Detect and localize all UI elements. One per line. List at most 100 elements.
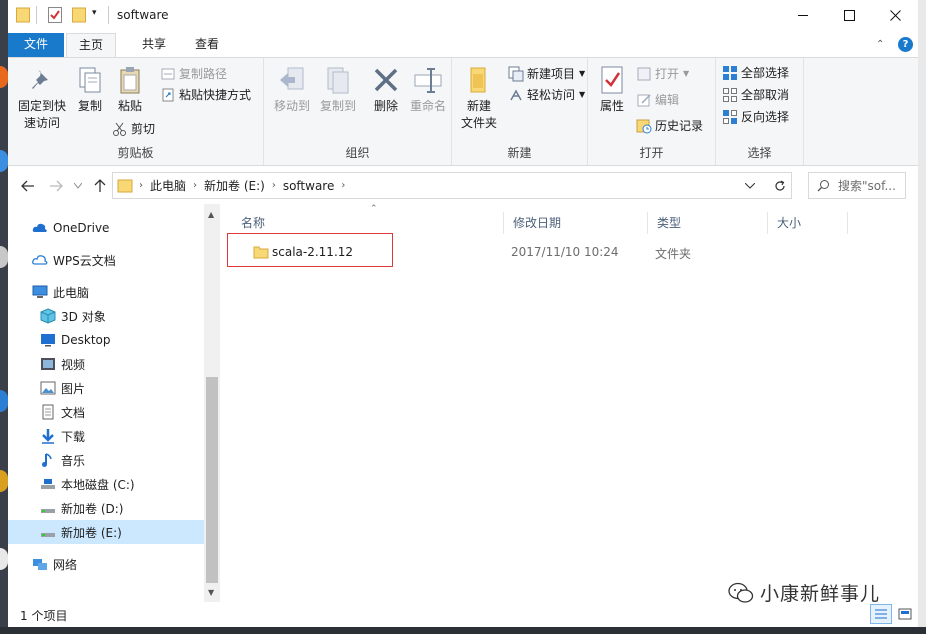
nav-item-desktop[interactable]: Desktop bbox=[8, 328, 204, 352]
breadcrumb-software[interactable]: software bbox=[283, 179, 335, 193]
nav-item-this-pc[interactable]: 此电脑 bbox=[8, 280, 204, 304]
download-icon bbox=[40, 428, 56, 444]
pin-quick-access-button[interactable]: 固定到快 速访问 bbox=[12, 64, 72, 132]
properties-checkmark-icon[interactable] bbox=[48, 7, 62, 26]
select-none-button[interactable]: 全部取消 bbox=[722, 85, 789, 105]
address-bar[interactable]: › 此电脑 › 新加卷 (E:) › software › bbox=[112, 172, 792, 199]
scroll-up-icon[interactable]: ▲ bbox=[208, 210, 214, 219]
column-header-modified[interactable]: 修改日期 bbox=[504, 212, 648, 234]
scroll-down-icon[interactable]: ▼ bbox=[208, 588, 214, 597]
copy-to-button[interactable]: 复制到 bbox=[316, 64, 360, 115]
breadcrumb-this-pc[interactable]: 此电脑 bbox=[150, 177, 186, 194]
chevron-right-icon[interactable]: › bbox=[272, 180, 276, 191]
edit-button[interactable]: 编辑 bbox=[636, 90, 679, 110]
nav-item-label: 视频 bbox=[61, 357, 86, 372]
nav-item-wps-cloud[interactable]: WPS云文档 bbox=[8, 248, 204, 272]
nav-item-drive-e[interactable]: 新加卷 (E:) bbox=[8, 520, 204, 544]
tab-view[interactable]: 查看 bbox=[183, 33, 231, 57]
large-icons-view-icon[interactable] bbox=[894, 604, 916, 624]
new-item-button[interactable]: 新建项目 ▼ bbox=[508, 64, 585, 84]
breadcrumb-drive-e[interactable]: 新加卷 (E:) bbox=[204, 177, 265, 194]
desktop-app-icon bbox=[0, 150, 8, 172]
minimize-button[interactable] bbox=[780, 0, 826, 31]
cut-label: 剪切 bbox=[131, 122, 156, 136]
easy-access-label: 轻松访问 bbox=[527, 88, 576, 102]
recent-locations-chevron-icon[interactable] bbox=[68, 176, 88, 196]
easy-access-button[interactable]: 轻松访问 ▼ bbox=[508, 85, 585, 105]
help-icon[interactable]: ? bbox=[898, 37, 913, 52]
back-arrow-icon[interactable] bbox=[18, 176, 38, 196]
nav-item-videos[interactable]: 视频 bbox=[8, 352, 204, 376]
navigation-pane: OneDrive WPS云文档 此电脑 3D 对象 Desktop 视频 图片 bbox=[8, 204, 220, 602]
nav-item-music[interactable]: 音乐 bbox=[8, 448, 204, 472]
chevron-right-icon[interactable]: › bbox=[193, 180, 197, 191]
select-none-icon bbox=[722, 87, 738, 103]
cut-button[interactable]: 剪切 bbox=[112, 119, 155, 139]
delete-button[interactable]: 删除 bbox=[366, 64, 406, 115]
nav-scrollbar[interactable]: ▲ ▼ bbox=[204, 204, 220, 602]
nav-item-network[interactable]: 网络 bbox=[8, 552, 204, 576]
history-button[interactable]: 历史记录 bbox=[636, 116, 703, 136]
nav-item-3d-objects[interactable]: 3D 对象 bbox=[8, 304, 204, 328]
rename-button[interactable]: 重命名 bbox=[406, 64, 450, 115]
desktop-background-strip bbox=[0, 0, 8, 634]
paste-label: 粘贴 bbox=[117, 99, 142, 113]
copy-button[interactable]: 复制 bbox=[70, 64, 110, 115]
nav-item-documents[interactable]: 文档 bbox=[8, 400, 204, 424]
new-group: 新建 文件夹 新建项目 ▼ 轻松访问 ▼ 新建 bbox=[452, 58, 588, 165]
close-button[interactable] bbox=[872, 0, 918, 31]
nav-item-label: 新加卷 (E:) bbox=[61, 525, 122, 540]
chevron-right-icon[interactable]: › bbox=[139, 180, 143, 191]
properties-button[interactable]: 属性 bbox=[592, 64, 632, 115]
nav-item-onedrive[interactable]: OneDrive bbox=[8, 216, 204, 240]
open-button[interactable]: 打开 ▼ bbox=[636, 64, 689, 84]
file-list: ⌃ 名称 修改日期 类型 大小 scala-2.11.12 2017/11/10… bbox=[220, 204, 918, 602]
forward-arrow-icon[interactable] bbox=[46, 176, 66, 196]
up-arrow-icon[interactable] bbox=[90, 176, 110, 196]
scrollbar-thumb[interactable] bbox=[206, 377, 218, 583]
select-group-label: 选择 bbox=[747, 146, 772, 160]
pin-label-line1: 固定到快 bbox=[17, 99, 66, 113]
tab-share[interactable]: 共享 bbox=[130, 33, 178, 57]
separator bbox=[36, 6, 37, 24]
copy-path-button[interactable]: 复制路径 bbox=[160, 64, 227, 84]
file-type: 文件夹 bbox=[655, 247, 692, 261]
invert-selection-button[interactable]: 反向选择 bbox=[722, 107, 789, 127]
column-header-type[interactable]: 类型 bbox=[648, 212, 768, 234]
nav-item-pictures[interactable]: 图片 bbox=[8, 376, 204, 400]
address-history-dropdown-icon[interactable] bbox=[740, 176, 760, 196]
chevron-right-icon[interactable]: › bbox=[341, 180, 345, 191]
new-folder-icon[interactable] bbox=[72, 7, 86, 26]
chevron-down-icon: ▼ bbox=[579, 69, 586, 78]
nav-item-drive-c[interactable]: 本地磁盘 (C:) bbox=[8, 472, 204, 496]
collapse-ribbon-icon[interactable]: ⌃ bbox=[876, 39, 884, 50]
drive-icon bbox=[40, 500, 56, 516]
refresh-icon[interactable] bbox=[768, 172, 792, 199]
desktop-app-icon bbox=[0, 246, 8, 268]
column-header-size[interactable]: 大小 bbox=[768, 212, 848, 234]
nav-item-downloads[interactable]: 下载 bbox=[8, 424, 204, 448]
desktop-background-strip bbox=[918, 0, 926, 627]
cloud-icon bbox=[32, 220, 48, 236]
video-icon bbox=[40, 356, 56, 372]
ribbon-tabs: 文件 主页 共享 查看 ⌃ ? bbox=[8, 31, 918, 58]
maximize-button[interactable] bbox=[826, 0, 872, 31]
paste-button[interactable]: 粘贴 bbox=[110, 64, 150, 115]
paste-shortcut-button[interactable]: 粘贴快捷方式 bbox=[160, 85, 251, 105]
select-all-button[interactable]: 全部选择 bbox=[722, 63, 789, 83]
copy-path-label: 复制路径 bbox=[179, 67, 228, 81]
search-icon bbox=[817, 179, 830, 192]
tab-home[interactable]: 主页 bbox=[66, 33, 117, 58]
new-folder-button[interactable]: 新建 文件夹 bbox=[454, 64, 504, 132]
customize-quick-access-icon[interactable]: ▾ bbox=[92, 8, 97, 18]
computer-icon bbox=[32, 284, 48, 300]
nav-item-label: 新加卷 (D:) bbox=[61, 501, 124, 516]
folder-icon bbox=[16, 7, 30, 26]
move-to-button[interactable]: 移动到 bbox=[270, 64, 314, 115]
column-header-name[interactable]: 名称 bbox=[232, 212, 504, 234]
details-view-icon[interactable] bbox=[870, 604, 892, 624]
tab-file[interactable]: 文件 bbox=[8, 33, 64, 57]
nav-item-drive-d[interactable]: 新加卷 (D:) bbox=[8, 496, 204, 520]
clipboard-group-label: 剪贴板 bbox=[117, 146, 154, 160]
search-input[interactable]: 搜索"sof... bbox=[808, 172, 906, 199]
